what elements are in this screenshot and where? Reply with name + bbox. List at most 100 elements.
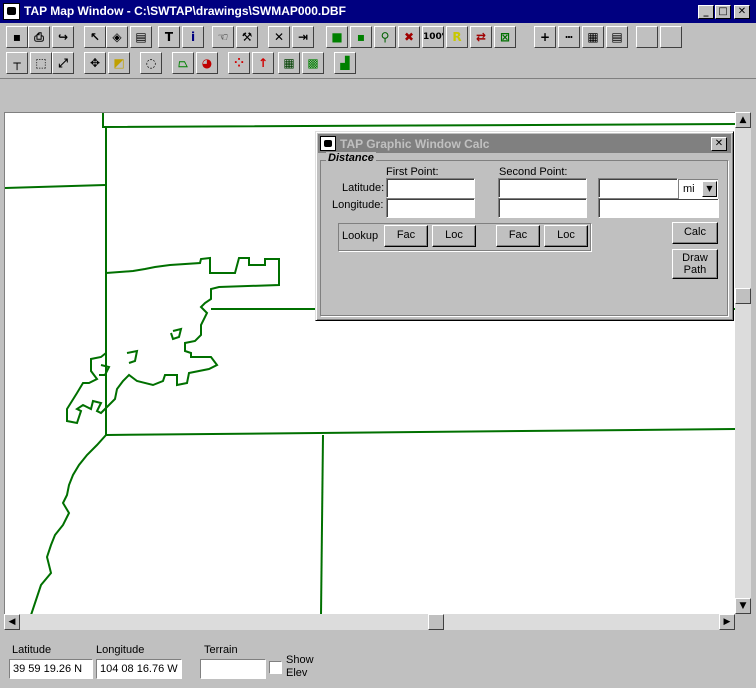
zoom-100-icon[interactable]: 100% bbox=[422, 26, 444, 48]
river-contour bbox=[126, 349, 139, 364]
vertical-scrollbar[interactable]: ▲ ▼ bbox=[735, 112, 751, 614]
line-tool-icon[interactable]: ┬ bbox=[6, 52, 28, 74]
scroll-down-arrow-icon[interactable]: ▼ bbox=[735, 598, 751, 614]
lasso-icon[interactable]: ◌ bbox=[140, 52, 162, 74]
grid-icon[interactable]: ▦ bbox=[582, 26, 604, 48]
second-longitude-input[interactable] bbox=[498, 198, 587, 218]
tower-arrow-icon[interactable]: ↑ bbox=[252, 52, 274, 74]
pin-icon[interactable]: ⚲ bbox=[374, 26, 396, 48]
move-crosshair-icon[interactable]: ✥ bbox=[84, 52, 106, 74]
save-icon[interactable]: ▪ bbox=[6, 26, 28, 48]
maximize-button[interactable]: □ bbox=[715, 5, 731, 19]
latitude-label: Latitude bbox=[12, 644, 52, 656]
first-fac-button[interactable]: Fac bbox=[384, 225, 428, 247]
redo-arrow-icon[interactable]: ↪ bbox=[52, 26, 74, 48]
multicolor-grid-icon[interactable]: ▩ bbox=[302, 52, 324, 74]
layers-icon[interactable]: ▤ bbox=[130, 26, 152, 48]
calc-close-button[interactable]: ✕ bbox=[711, 137, 727, 151]
first-point-label: First Point: bbox=[386, 166, 439, 178]
distance-group-label: Distance bbox=[326, 152, 376, 164]
profile-chart-icon[interactable]: ▟ bbox=[334, 52, 356, 74]
transfer-icon[interactable]: ⇄ bbox=[470, 26, 492, 48]
river-contour bbox=[170, 327, 183, 341]
unit-select-value: mi bbox=[683, 183, 695, 195]
bearing-result-field bbox=[598, 198, 719, 218]
dropdown-arrow-icon[interactable]: ▼ bbox=[702, 181, 717, 197]
calc-app-icon[interactable] bbox=[320, 136, 336, 151]
text-icon[interactable]: T bbox=[158, 26, 180, 48]
terrain-label: Terrain bbox=[204, 644, 238, 656]
vertical-scroll-thumb[interactable] bbox=[735, 288, 751, 304]
small-square-icon[interactable]: ▪ bbox=[350, 26, 372, 48]
crossed-square-icon[interactable]: ⊠ bbox=[494, 26, 516, 48]
second-point-label: Second Point: bbox=[499, 166, 568, 178]
draw-path-button[interactable]: Draw Path bbox=[672, 249, 718, 279]
first-longitude-input[interactable] bbox=[386, 198, 475, 218]
overlay-squares-icon[interactable]: ◩ bbox=[108, 52, 130, 74]
calc-title-bar[interactable]: TAP Graphic Window Calc ✕ bbox=[318, 134, 731, 153]
longitude-label: Longitude: bbox=[332, 199, 384, 211]
scroll-up-arrow-icon[interactable]: ▲ bbox=[735, 112, 751, 128]
second-latitude-input[interactable] bbox=[498, 178, 587, 198]
county-boundary-line bbox=[102, 113, 735, 129]
plus-icon[interactable]: + bbox=[534, 26, 556, 48]
calc-title: TAP Graphic Window Calc bbox=[340, 137, 490, 151]
minimize-button[interactable]: _ bbox=[698, 5, 714, 19]
status-bar: Latitude 39 59 19.26 N Longitude 104 08 … bbox=[4, 634, 751, 686]
window-title-bar[interactable]: TAP Map Window - C:\SWTAP\drawings\SWMAP… bbox=[0, 0, 756, 23]
blank-icon[interactable] bbox=[660, 26, 682, 48]
paint-bucket-icon[interactable]: ◈ bbox=[106, 26, 128, 48]
horizontal-scrollbar[interactable]: ◀ ▶ bbox=[4, 614, 735, 630]
state-boundary-line bbox=[30, 434, 107, 614]
first-latitude-input[interactable] bbox=[386, 178, 475, 198]
document-icon[interactable]: ▤ bbox=[606, 26, 628, 48]
calc-button[interactable]: Calc bbox=[672, 222, 718, 244]
longitude-readout: 104 08 16.76 W bbox=[96, 659, 182, 679]
wrench-icon[interactable]: ⚒ bbox=[236, 26, 258, 48]
show-elev-label-line1: Show bbox=[286, 654, 314, 666]
window-title: TAP Map Window - C:\SWTAP\drawings\SWMAP… bbox=[24, 4, 346, 18]
show-elev-label-line2: Elev bbox=[286, 667, 308, 679]
draw-path-label-line1: Draw bbox=[682, 252, 708, 264]
red-x-square-icon[interactable]: ✖ bbox=[398, 26, 420, 48]
county-boundary-line bbox=[105, 428, 735, 436]
second-loc-button[interactable]: Loc bbox=[544, 225, 588, 247]
print-icon[interactable]: ⎙ bbox=[28, 26, 50, 48]
pie-chart-icon[interactable]: ◕ bbox=[196, 52, 218, 74]
exit-door-icon[interactable]: ⇥ bbox=[292, 26, 314, 48]
county-boundary-line bbox=[320, 434, 324, 614]
ruler-icon[interactable]: ┅ bbox=[558, 26, 580, 48]
delete-x-icon[interactable]: ✕ bbox=[268, 26, 290, 48]
first-loc-button[interactable]: Loc bbox=[432, 225, 476, 247]
terrain-readout bbox=[200, 659, 266, 679]
horizontal-scroll-thumb[interactable] bbox=[428, 614, 444, 630]
river-contour bbox=[99, 364, 111, 376]
draw-path-label-line2: Path bbox=[683, 264, 707, 276]
scroll-left-arrow-icon[interactable]: ◀ bbox=[4, 614, 20, 630]
r-icon[interactable]: R bbox=[446, 26, 468, 48]
color-grid-icon[interactable]: ▦ bbox=[278, 52, 300, 74]
scatter-points-icon[interactable]: ⁘ bbox=[228, 52, 250, 74]
hand-pan-icon[interactable]: ☜ bbox=[212, 26, 234, 48]
calc-dialog: TAP Graphic Window Calc ✕ Distance First… bbox=[315, 131, 734, 321]
scroll-right-arrow-icon[interactable]: ▶ bbox=[719, 614, 735, 630]
resize-diagonal-icon[interactable]: ⤢ bbox=[52, 52, 74, 74]
toolbar-separator bbox=[0, 78, 756, 96]
tap-app-icon[interactable] bbox=[3, 3, 20, 20]
latitude-label: Latitude: bbox=[342, 182, 385, 194]
info-icon[interactable]: i bbox=[182, 26, 204, 48]
second-fac-button[interactable]: Fac bbox=[496, 225, 540, 247]
green-square-icon[interactable]: ■ bbox=[326, 26, 348, 48]
latitude-readout: 39 59 19.26 N bbox=[9, 659, 93, 679]
distance-result-field bbox=[598, 178, 678, 198]
pointer-icon[interactable]: ↖ bbox=[84, 26, 106, 48]
unit-select[interactable]: mi ▼ bbox=[678, 179, 718, 199]
scrollbar-corner bbox=[735, 614, 751, 630]
county-boundary-line bbox=[5, 184, 106, 189]
select-box-icon[interactable]: ⬚ bbox=[30, 52, 52, 74]
area-polygon-icon[interactable]: ⏢ bbox=[172, 52, 194, 74]
lookup-label: Lookup bbox=[342, 230, 379, 242]
close-button[interactable]: ✕ bbox=[734, 5, 750, 19]
show-elev-checkbox[interactable] bbox=[269, 661, 282, 674]
blank-icon[interactable] bbox=[636, 26, 658, 48]
